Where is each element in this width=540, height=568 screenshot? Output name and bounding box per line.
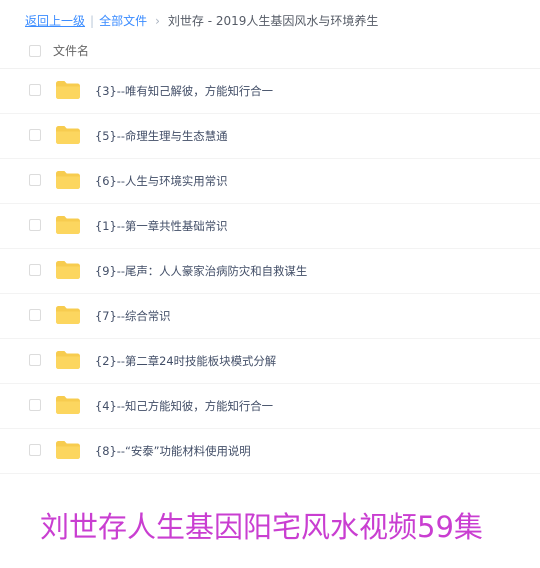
folder-name[interactable]: {9}--尾声：人人豪家治病防灾和自救谋生 [95, 262, 307, 280]
row-checkbox[interactable] [29, 219, 41, 231]
folder-name[interactable]: {3}--唯有知己解彼，方能知行合一 [95, 82, 273, 100]
breadcrumb-separator: | [90, 14, 95, 28]
file-row[interactable]: {2}--第二章24时技能板块模式分解 [0, 339, 540, 384]
folder-name[interactable]: {2}--第二章24时技能板块模式分解 [95, 352, 276, 370]
row-checkbox[interactable] [29, 174, 41, 186]
file-list-panel: 返回上一级 | 全部文件 › 刘世存 - 2019人生基因风水与环境养生 文件名… [0, 0, 540, 568]
file-row[interactable]: {6}--人生与环境实用常识 [0, 159, 540, 204]
folder-name[interactable]: {5}--命理生理与生态慧通 [95, 127, 227, 145]
folder-name[interactable]: {4}--知己方能知彼，方能知行合一 [95, 397, 273, 415]
file-row[interactable]: {8}--“安泰”功能材料使用说明 [0, 429, 540, 474]
folder-name[interactable]: {7}--综合常识 [95, 307, 171, 325]
select-all-checkbox[interactable] [29, 45, 41, 57]
row-checkbox[interactable] [29, 129, 41, 141]
folder-icon [54, 439, 82, 461]
file-row[interactable]: {7}--综合常识 [0, 294, 540, 339]
folder-name[interactable]: {8}--“安泰”功能材料使用说明 [95, 442, 251, 460]
folder-name[interactable]: {6}--人生与环境实用常识 [95, 172, 227, 190]
file-list: {3}--唯有知己解彼，方能知行合一 {5}--命理生理与生态慧通 {6}--人… [0, 69, 540, 474]
all-files-link[interactable]: 全部文件 [99, 11, 147, 31]
row-checkbox[interactable] [29, 399, 41, 411]
breadcrumb: 返回上一级 | 全部文件 › 刘世存 - 2019人生基因风水与环境养生 [25, 11, 378, 31]
file-row[interactable]: {3}--唯有知己解彼，方能知行合一 [0, 69, 540, 114]
file-row[interactable]: {1}--第一章共性基础常识 [0, 204, 540, 249]
file-row[interactable]: {5}--命理生理与生态慧通 [0, 114, 540, 159]
promo-watermark: 刘世存人生基因阳宅风水视频59集 [40, 510, 483, 544]
chevron-right-icon: › [155, 14, 160, 28]
filename-column-header[interactable]: 文件名 [53, 42, 89, 60]
row-checkbox[interactable] [29, 309, 41, 321]
row-checkbox[interactable] [29, 264, 41, 276]
folder-icon [54, 394, 82, 416]
current-folder-label: 刘世存 - 2019人生基因风水与环境养生 [167, 14, 379, 28]
folder-name[interactable]: {1}--第一章共性基础常识 [95, 217, 227, 235]
file-row[interactable]: {9}--尾声：人人豪家治病防灾和自救谋生 [0, 249, 540, 294]
file-row[interactable]: {4}--知己方能知彼，方能知行合一 [0, 384, 540, 429]
file-list-header: 文件名 [0, 34, 540, 69]
folder-icon [54, 214, 82, 236]
folder-icon [54, 124, 82, 146]
folder-icon [54, 169, 82, 191]
row-checkbox[interactable] [29, 354, 41, 366]
row-checkbox[interactable] [29, 444, 41, 456]
folder-icon [54, 79, 82, 101]
folder-icon [54, 259, 82, 281]
folder-icon [54, 304, 82, 326]
row-checkbox[interactable] [29, 84, 41, 96]
folder-icon [54, 349, 82, 371]
back-link[interactable]: 返回上一级 [25, 11, 85, 31]
